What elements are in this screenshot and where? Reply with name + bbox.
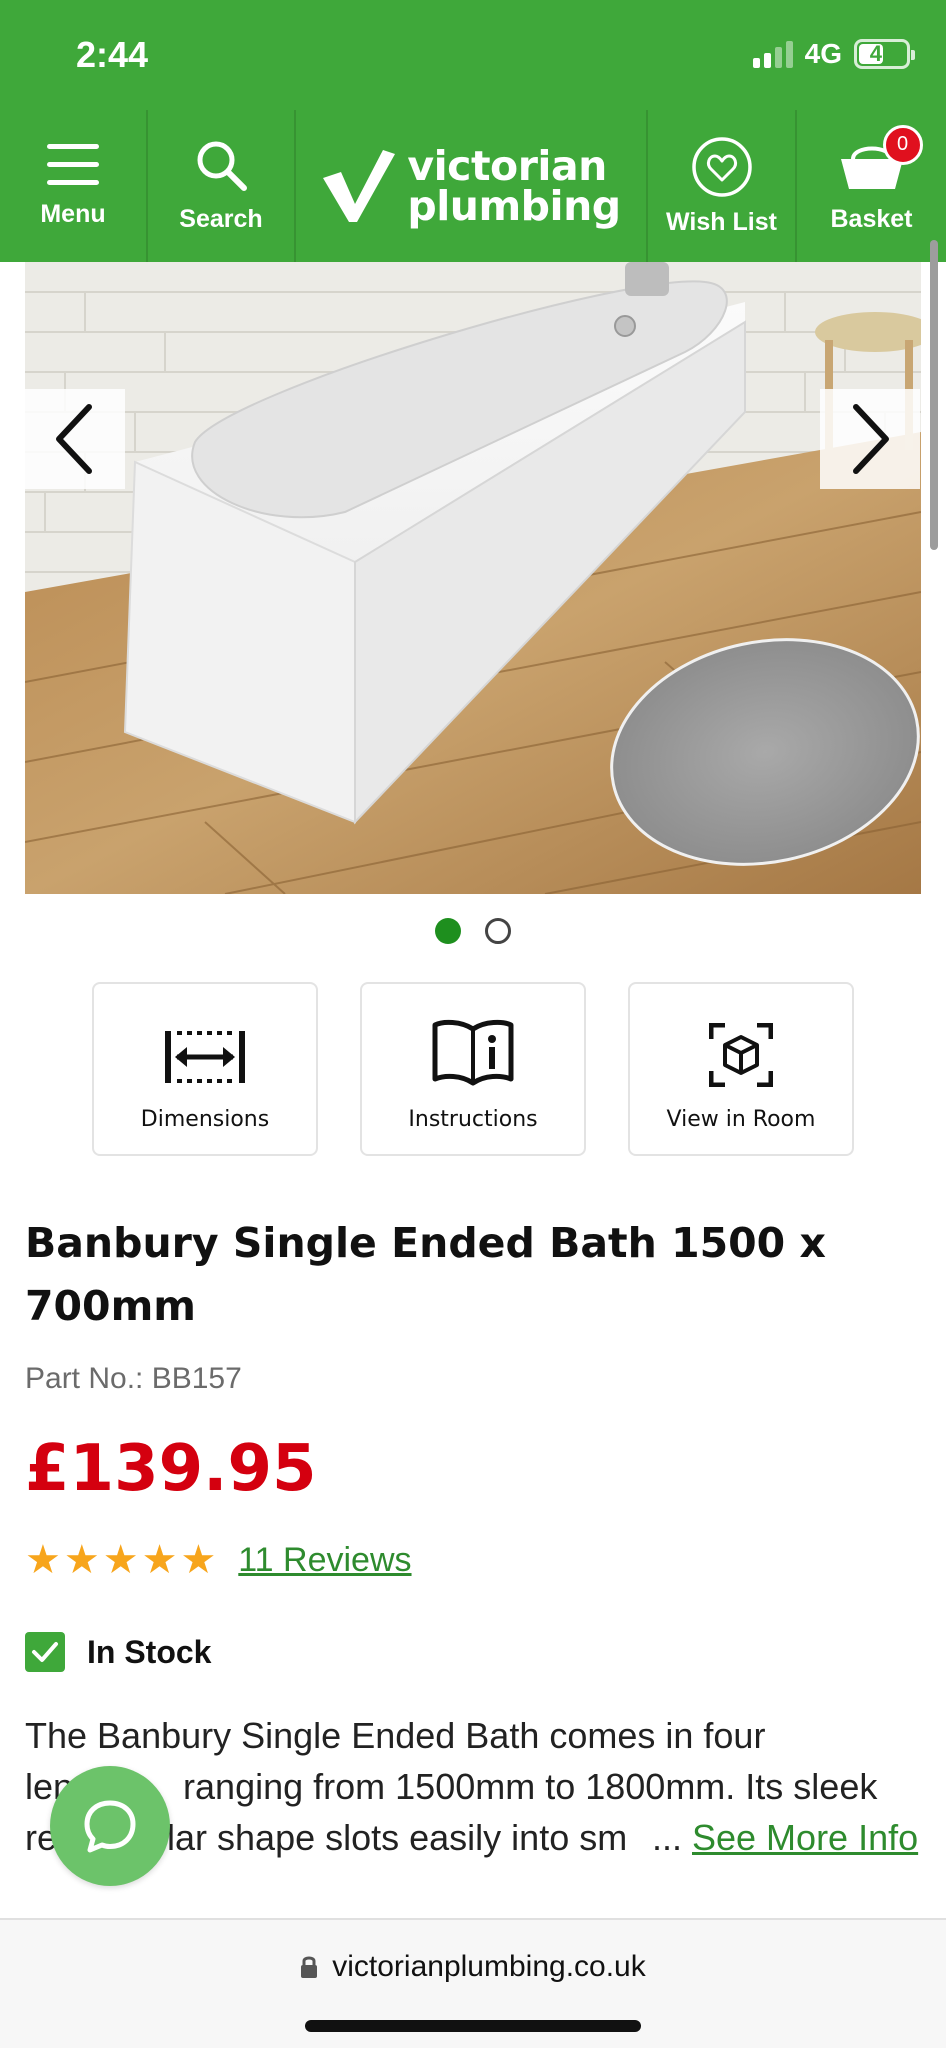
search-icon [197,141,247,191]
search-label: Search [179,204,263,233]
basket-count-badge: 0 [882,124,923,165]
chevron-right-icon [853,404,889,474]
signal-icon [752,40,793,68]
star-icon: ★ [63,1537,100,1583]
network-type: 4G [804,38,842,69]
description-ellipsis: ... [652,1817,683,1858]
logo-link[interactable]: victorian plumbing [296,110,648,262]
logo-line1: victorian [407,142,607,190]
star-icon: ★ [102,1537,139,1583]
star-icon: ★ [141,1537,178,1583]
view-in-room-button[interactable]: View in Room [628,982,854,1156]
battery-icon: 47 [854,39,915,69]
logo-tick-icon [323,150,396,222]
stock-label: In Stock [87,1633,212,1670]
battery-level: 47 [869,41,895,66]
product-price: £139.95 [25,1432,317,1506]
manual-icon [432,1019,514,1086]
lock-icon [301,1956,318,1978]
status-time: 2:44 [76,34,149,75]
carousel-dot-2[interactable] [485,918,511,944]
bath-photo [25,262,921,894]
menu-label: Menu [40,199,106,228]
basket-label: Basket [830,204,913,233]
instructions-button[interactable]: Instructions [360,982,586,1156]
heart-icon [691,136,752,197]
see-more-info-link[interactable]: See More Info [692,1817,918,1859]
url-display[interactable]: victorianplumbing.co.uk [0,1950,946,1984]
instructions-label: Instructions [408,1107,538,1132]
description-line-1: The Banbury Single Ended Bath comes in f… [25,1715,766,1756]
logo-line2: plumbing [407,182,621,230]
wishlist-label: Wish List [666,207,777,236]
basket-icon-wrap: 0 [839,124,923,195]
dimensions-icon [165,1031,245,1083]
ar-cube-icon [709,1023,773,1087]
dimensions-label: Dimensions [140,1107,270,1132]
basket-button[interactable]: 0 Basket [797,110,946,262]
home-indicator[interactable] [305,2020,641,2032]
carousel-next-button[interactable] [820,389,920,489]
dimensions-button[interactable]: Dimensions [92,982,318,1156]
carousel-dot-1[interactable] [435,918,461,944]
product-title: Banbury Single Ended Bath 1500 x 700mm [25,1219,826,1330]
search-button[interactable]: Search [148,110,296,262]
wishlist-button[interactable]: Wish List [648,110,797,262]
status-indicators: 4G 47 [752,38,915,70]
chat-button[interactable] [50,1766,170,1886]
description-fragment: lar shape slots easily into sm [167,1817,628,1858]
star-icon: ★ [180,1537,217,1583]
part-number: Part No.: BB157 [25,1362,242,1395]
check-icon [25,1632,65,1672]
product-image[interactable] [25,262,921,894]
browser-address-bar[interactable]: victorianplumbing.co.uk [0,1918,946,2048]
carousel-prev-button[interactable] [25,389,125,489]
star-icon: ★ [25,1537,61,1583]
reviews-link[interactable]: 11 Reviews [238,1541,411,1580]
menu-button[interactable]: Menu [0,110,148,262]
url-text: victorianplumbing.co.uk [332,1950,646,1983]
chat-bubble-icon [84,1800,136,1853]
feature-buttons: Dimensions Instructions View in Room [92,982,854,1156]
view-in-room-label: View in Room [666,1107,816,1132]
chevron-left-icon [56,404,92,474]
rating-row: ★ ★ ★ ★ ★ 11 Reviews [25,1540,412,1580]
stock-status: In Stock [25,1632,211,1672]
carousel-pagination [0,918,946,944]
site-header: 2:44 4G 47 Menu Search victorian plumbin… [0,0,946,262]
page-scrollbar[interactable] [930,240,938,550]
description-fragment: ranging from 1500mm to 1800mm. Its sleek [183,1766,878,1807]
main-nav: Menu Search victorian plumbing Wish List [0,110,946,262]
star-rating: ★ ★ ★ ★ ★ [25,1540,216,1580]
logo-wordmark: victorian plumbing [407,142,621,230]
hamburger-icon [47,143,99,185]
